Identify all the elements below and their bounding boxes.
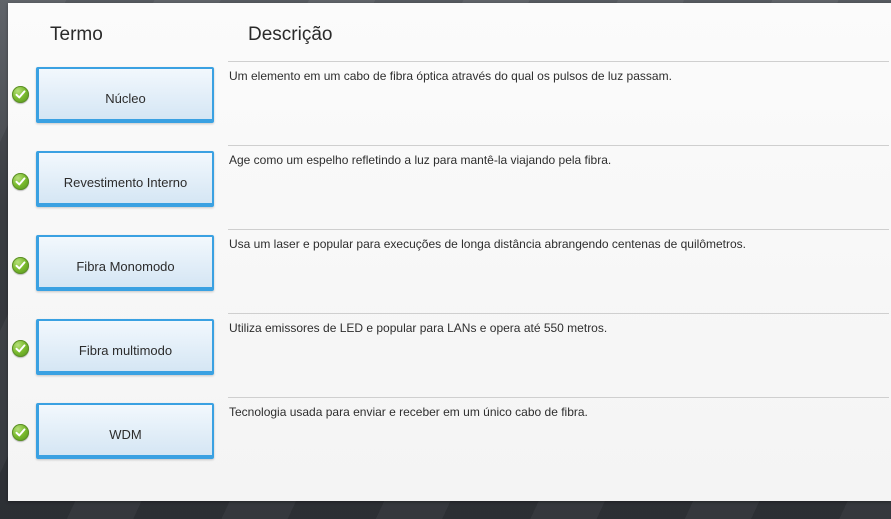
term-button-wdm[interactable]: WDM xyxy=(36,403,214,459)
description-column-header: Descrição xyxy=(248,24,333,45)
term-button-fibra-monomodo[interactable]: Fibra Monomodo xyxy=(36,235,214,291)
row-divider xyxy=(228,145,889,146)
row-divider xyxy=(228,313,889,314)
row-divider xyxy=(228,397,889,398)
check-circle-icon xyxy=(12,257,29,274)
row-divider xyxy=(228,229,889,230)
description-text: Um elemento em um cabo de fibra óptica a… xyxy=(229,69,672,83)
term-button-revestimento-interno[interactable]: Revestimento Interno xyxy=(36,151,214,207)
term-column-header: Termo xyxy=(50,24,103,45)
check-circle-icon xyxy=(12,173,29,190)
match-row: Revestimento Interno Age como um espelho… xyxy=(8,145,891,229)
match-row: Fibra Monomodo Usa um laser e popular pa… xyxy=(8,229,891,313)
check-circle-icon xyxy=(12,86,29,103)
description-text: Usa um laser e popular para execuções de… xyxy=(229,237,746,251)
term-button-nucleo[interactable]: Núcleo xyxy=(36,67,214,123)
match-row: Núcleo Um elemento em um cabo de fibra ó… xyxy=(8,61,891,145)
description-text: Utiliza emissores de LED e popular para … xyxy=(229,321,608,335)
check-circle-icon xyxy=(12,340,29,357)
match-row: Fibra multimodo Utiliza emissores de LED… xyxy=(8,313,891,397)
term-label: Fibra multimodo xyxy=(78,343,173,358)
term-label: WDM xyxy=(109,427,142,442)
check-circle-icon xyxy=(12,424,29,441)
description-text: Tecnologia usada para enviar e receber e… xyxy=(229,405,588,419)
term-label: Núcleo xyxy=(105,91,146,106)
term-button-fibra-multimodo[interactable]: Fibra multimodo xyxy=(36,319,214,375)
description-text: Age como um espelho refletindo a luz par… xyxy=(229,153,612,167)
term-label: Revestimento Interno xyxy=(63,175,188,190)
row-divider xyxy=(228,61,889,62)
matching-panel: Termo Descrição Núcleo Um elemento em um… xyxy=(8,3,891,501)
term-label: Fibra Monomodo xyxy=(76,259,175,274)
match-row: WDM Tecnologia usada para enviar e receb… xyxy=(8,397,891,481)
